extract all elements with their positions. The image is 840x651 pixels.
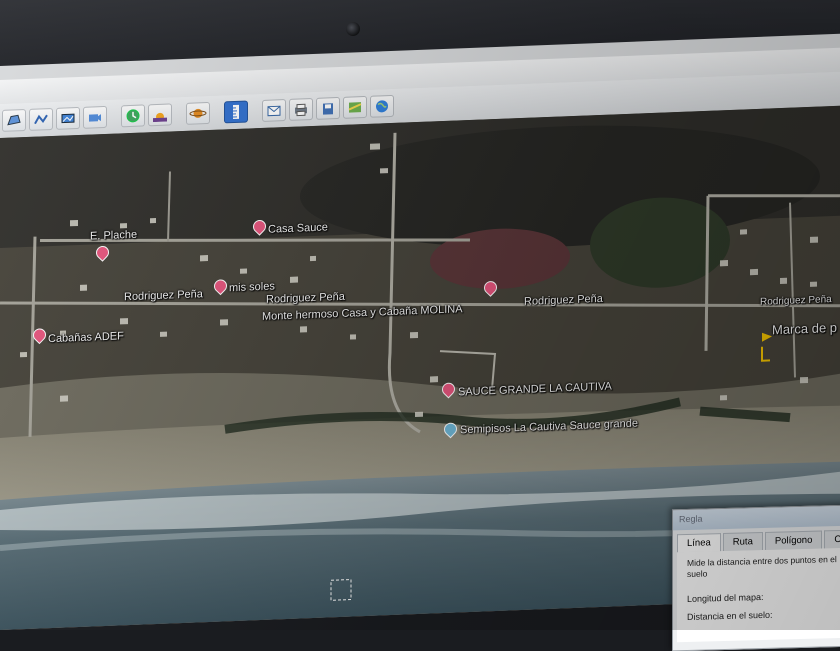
tab-poligono[interactable]: Polígono: [764, 530, 823, 550]
email-icon: [267, 105, 281, 117]
historical-imagery-icon: [126, 109, 140, 123]
ruler-dialog-body: Mide la distancia entre dos puntos en el…: [677, 547, 840, 643]
ruler-tabs: Línea Ruta Polígono Círculo: [673, 526, 840, 553]
add-path-button[interactable]: [29, 107, 53, 131]
add-polygon-button[interactable]: [2, 109, 26, 132]
historical-imagery-button[interactable]: [121, 104, 145, 128]
add-overlay-button[interactable]: [56, 106, 80, 130]
tab-circulo[interactable]: Círculo: [824, 529, 840, 549]
add-overlay-icon: [61, 113, 75, 124]
webcam: [346, 22, 360, 36]
sunlight-button[interactable]: [148, 103, 172, 127]
sunlight-icon: [153, 112, 167, 123]
ground-distance-label: Distancia en el suelo:: [687, 609, 773, 622]
globe-button[interactable]: [370, 94, 394, 118]
view-in-maps-button[interactable]: [343, 95, 367, 119]
add-path-icon: [34, 114, 48, 125]
email-button[interactable]: [262, 99, 286, 122]
view-in-maps-icon: [348, 102, 362, 113]
placemark-label-marca[interactable]: Marca de p: [772, 320, 837, 337]
save-image-icon: [323, 103, 333, 115]
save-image-button[interactable]: [316, 96, 340, 120]
placemark-label-casa-sauce[interactable]: Casa Sauce: [268, 221, 328, 235]
tab-linea[interactable]: Línea: [677, 533, 721, 553]
ruler-description: Mide la distancia entre dos puntos en el…: [687, 554, 837, 580]
planets-button[interactable]: [186, 101, 210, 125]
map-length-label: Longitud del mapa:: [687, 592, 764, 605]
record-tour-button[interactable]: [83, 105, 107, 129]
placemark-label-mis-soles[interactable]: mis soles: [229, 280, 275, 294]
planets-icon: [189, 108, 207, 118]
print-button[interactable]: [289, 97, 313, 121]
add-polygon-icon: [7, 114, 21, 126]
globe-icon: [376, 100, 388, 113]
ruler-icon: [233, 104, 239, 120]
ruler-dialog[interactable]: Regla Línea Ruta Polígono Círculo Mide l…: [672, 504, 840, 651]
record-tour-icon: [89, 114, 101, 122]
print-icon: [295, 103, 307, 117]
ruler-button[interactable]: [224, 100, 248, 124]
street-label-e-plache: E. Plache: [90, 228, 138, 243]
tab-ruta[interactable]: Ruta: [722, 532, 763, 552]
